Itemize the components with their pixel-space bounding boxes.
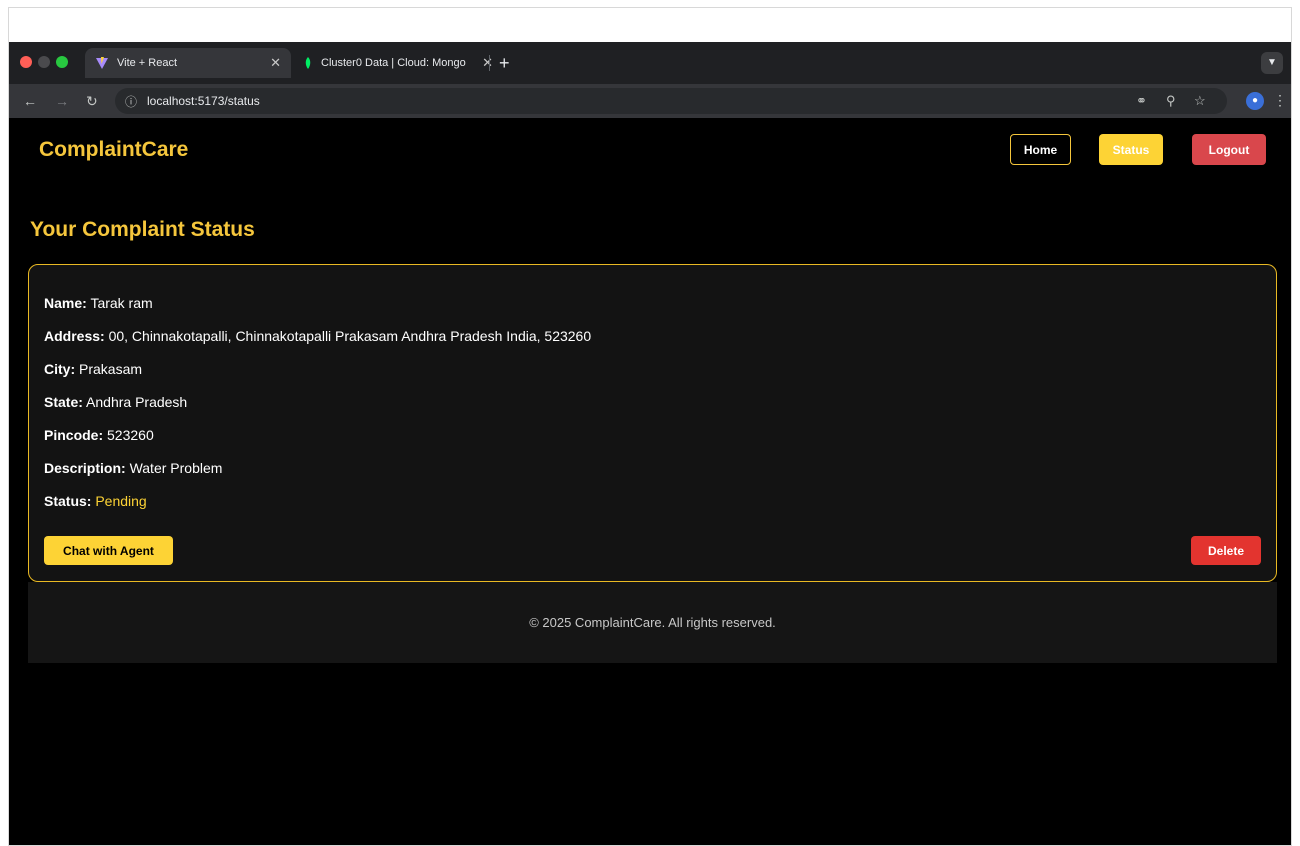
tab-search-chevron-icon[interactable]: ▼ <box>1261 52 1283 74</box>
field-value: 00, Chinnakotapalli, Chinnakotapalli Pra… <box>108 328 592 344</box>
field-address: Address: 00, Chinnakotapalli, Chinnakota… <box>44 328 591 344</box>
bookmark-star-icon[interactable]: ☆ <box>1194 93 1206 109</box>
status-badge: Pending <box>95 493 147 509</box>
tab-title: Vite + React <box>117 57 178 69</box>
logout-button[interactable]: Logout <box>1192 134 1266 165</box>
forward-arrow-icon[interactable]: → <box>55 93 69 109</box>
browser-window: Vite + React ✕ Cluster0 Data | Cloud: Mo… <box>8 7 1292 846</box>
vite-logo-icon <box>96 57 108 69</box>
tab-mongodb[interactable]: Cluster0 Data | Cloud: Mongo ✕ <box>293 48 503 78</box>
chat-with-agent-button[interactable]: Chat with Agent <box>44 536 173 565</box>
tab-title: Cluster0 Data | Cloud: Mongo <box>321 57 466 69</box>
field-status: Status: Pending <box>44 493 147 509</box>
tab-vite-react[interactable]: Vite + React ✕ <box>85 48 291 78</box>
field-value: 523260 <box>107 427 154 443</box>
field-label: Pincode: <box>44 427 104 443</box>
home-button[interactable]: Home <box>1010 134 1071 165</box>
footer: © 2025 ComplaintCare. All rights reserve… <box>28 582 1277 663</box>
password-key-icon[interactable]: ⚭ <box>1136 93 1147 109</box>
back-arrow-icon[interactable]: ← <box>23 93 37 109</box>
tab-divider <box>489 55 490 71</box>
field-value: Andhra Pradesh <box>86 394 188 410</box>
app-page: ComplaintCare Home Status Logout Your Co… <box>9 118 1291 845</box>
field-value: Water Problem <box>129 460 223 476</box>
tab-close-icon[interactable]: ✕ <box>482 55 493 71</box>
reload-icon[interactable]: ↻ <box>86 93 98 110</box>
field-pincode: Pincode: 523260 <box>44 427 154 443</box>
field-city: City: Prakasam <box>44 361 142 377</box>
window-close-dot[interactable] <box>20 56 32 68</box>
field-label: State: <box>44 394 83 410</box>
field-name: Name: Tarak ram <box>44 295 153 311</box>
more-menu-icon[interactable]: ⋮ <box>1273 92 1287 109</box>
field-label: Status: <box>44 493 92 509</box>
page-title: Your Complaint Status <box>30 218 255 241</box>
address-bar[interactable]: ⓘ localhost:5173/status <box>115 88 1227 114</box>
field-value: Prakasam <box>79 361 143 377</box>
field-label: Description: <box>44 460 126 476</box>
zoom-icon[interactable]: ⚲ <box>1166 93 1176 109</box>
field-label: Address: <box>44 328 105 344</box>
footer-copyright: © 2025 ComplaintCare. All rights reserve… <box>529 615 776 630</box>
field-state: State: Andhra Pradesh <box>44 394 187 410</box>
field-value: Tarak ram <box>90 295 153 311</box>
field-label: City: <box>44 361 76 377</box>
window-maximize-dot[interactable] <box>56 56 68 68</box>
site-info-icon[interactable]: ⓘ <box>125 93 137 110</box>
screen-top-strip <box>9 8 1291 42</box>
field-label: Name: <box>44 295 87 311</box>
tab-close-icon[interactable]: ✕ <box>270 55 281 71</box>
window-minimize-dot[interactable] <box>38 56 50 68</box>
status-button[interactable]: Status <box>1099 134 1163 165</box>
profile-avatar-icon[interactable]: ● <box>1246 92 1264 110</box>
complaint-card: Name: Tarak ram Address: 00, Chinnakotap… <box>28 264 1277 582</box>
brand-logo-text[interactable]: ComplaintCare <box>39 138 188 162</box>
url-text: localhost:5173/status <box>147 94 260 108</box>
browser-tab-bar: Vite + React ✕ Cluster0 Data | Cloud: Mo… <box>9 42 1291 84</box>
field-description: Description: Water Problem <box>44 460 222 476</box>
mongodb-leaf-icon <box>305 57 311 69</box>
new-tab-button[interactable]: + <box>499 53 510 74</box>
delete-button[interactable]: Delete <box>1191 536 1261 565</box>
address-toolbar: ← → ↻ ⓘ localhost:5173/status ⚭ ⚲ ☆ ● ⋮ <box>9 84 1291 118</box>
